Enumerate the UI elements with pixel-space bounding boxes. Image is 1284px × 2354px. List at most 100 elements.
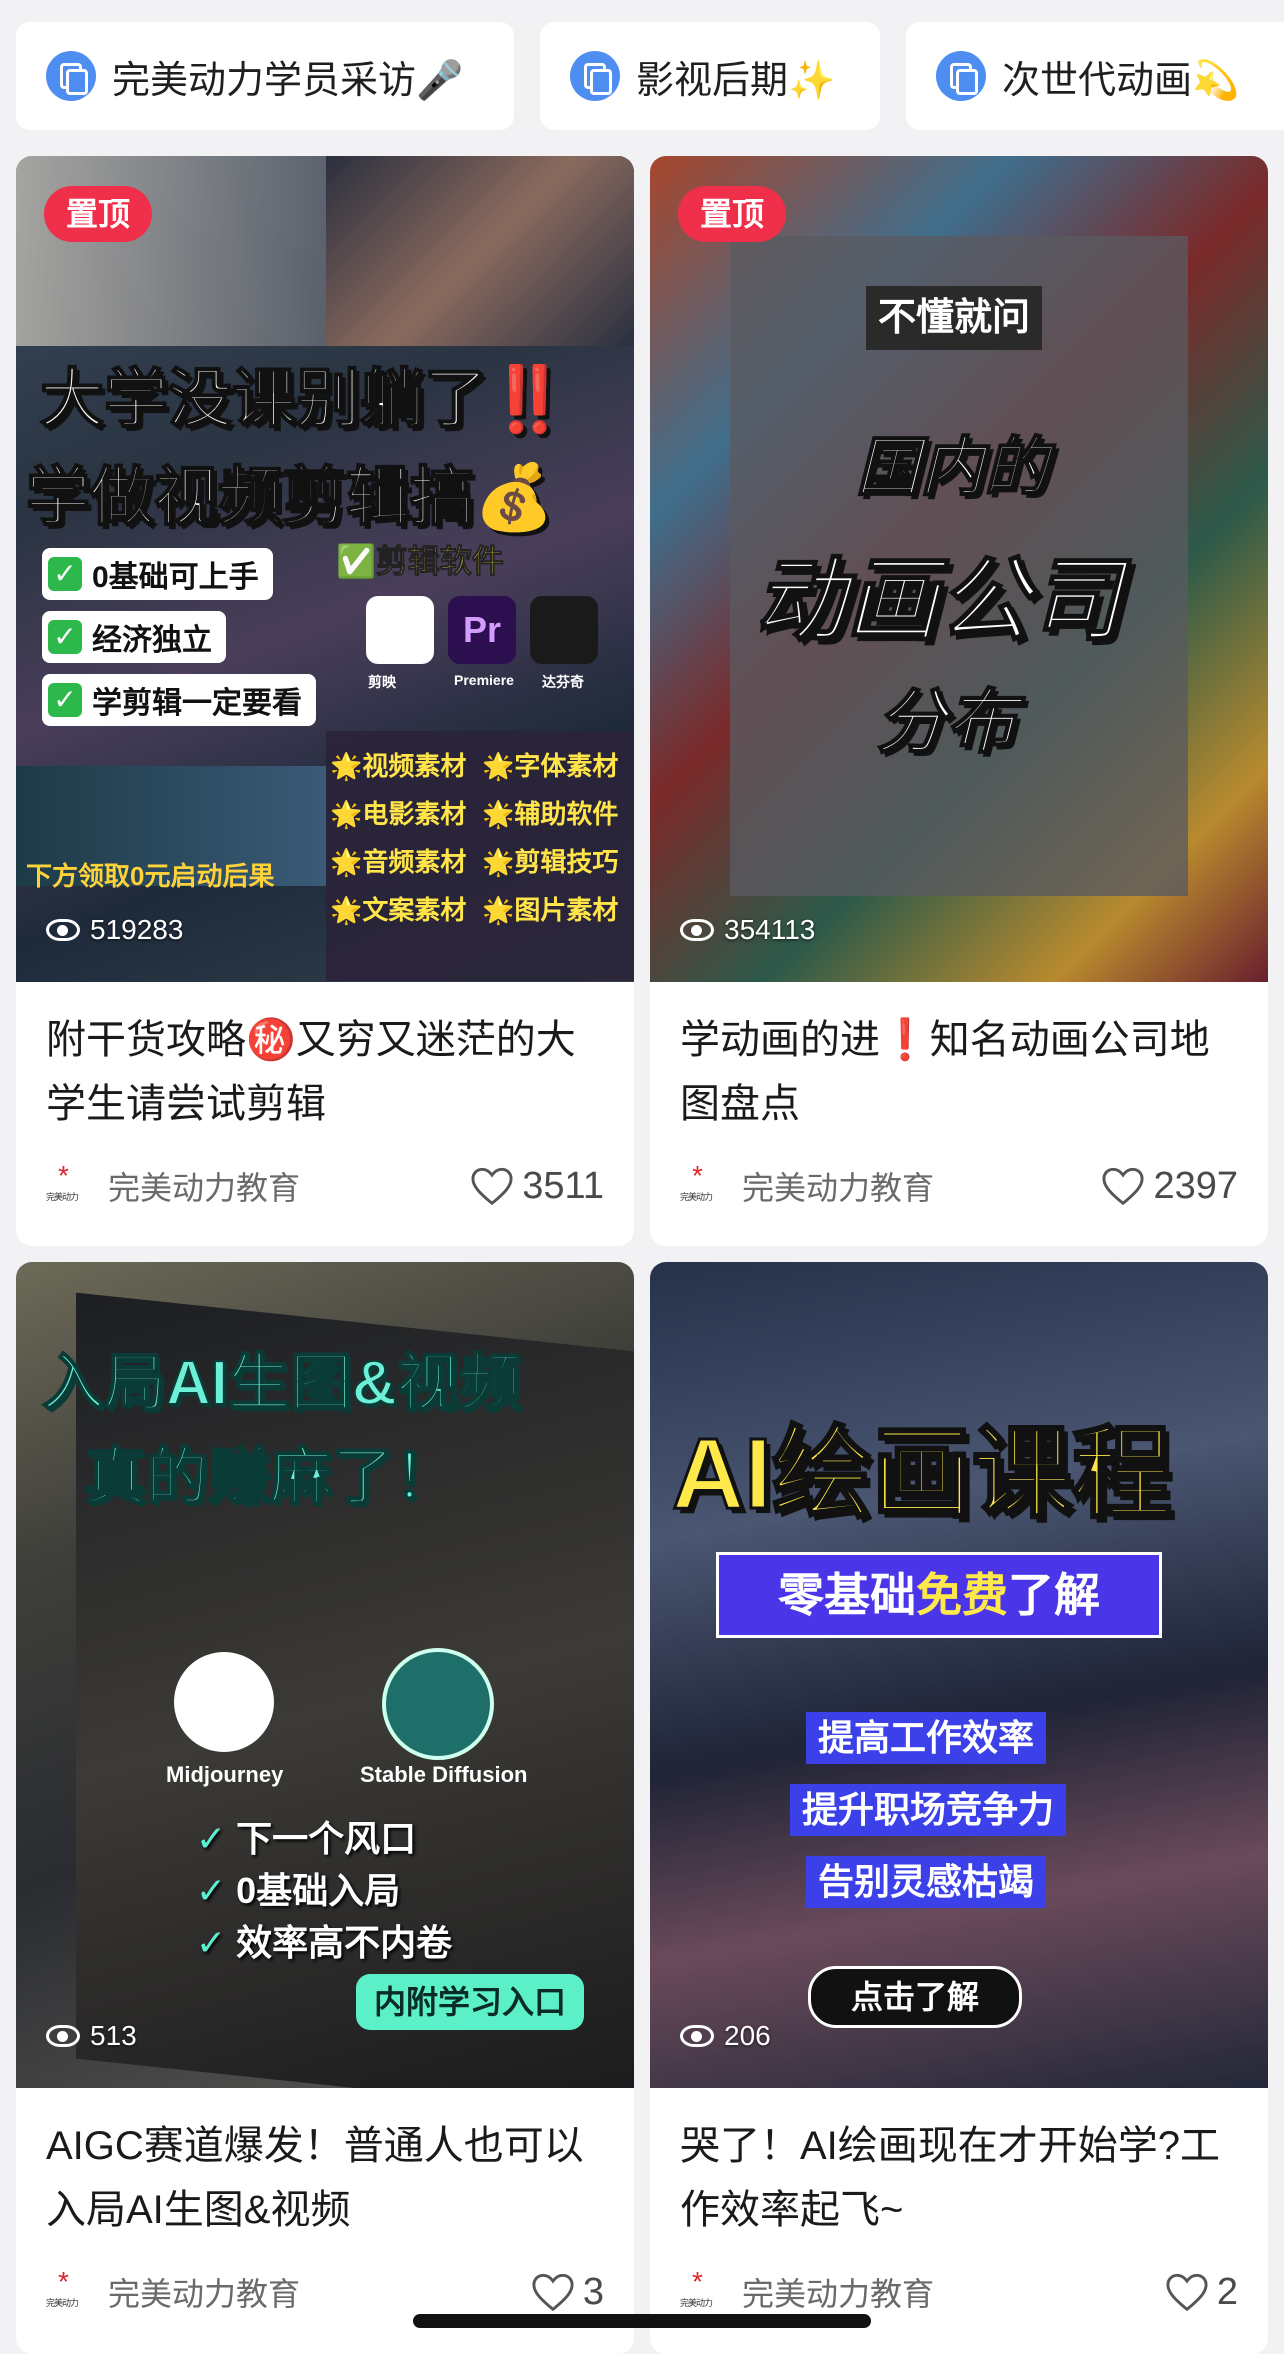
cover-material: 🌟字体素材: [482, 751, 619, 781]
view-count-value: 513: [90, 2020, 137, 2051]
note-cover[interactable]: AI绘画课程 零基础免费了解 提高工作效率 提升职场竞争力 告别灵感枯竭 点击了…: [650, 1262, 1268, 2088]
note-meta: * 完美动力 完美动力教育 2: [680, 2262, 1238, 2322]
cover-material: 🌟视频素材: [330, 751, 467, 781]
author-name[interactable]: 完美动力教育: [742, 1163, 1101, 1209]
collection-icon: [936, 51, 986, 101]
like-count: 2: [1216, 2270, 1238, 2313]
view-count: 354113: [680, 914, 815, 946]
collection-chip-label: 次世代动画💫: [1002, 59, 1240, 102]
eye-icon: [680, 2025, 714, 2047]
collection-chip-post-production[interactable]: 影视后期✨: [540, 22, 880, 130]
heart-icon: [1166, 2273, 1208, 2312]
view-count: 513: [46, 2020, 137, 2052]
collection-icon: [570, 51, 620, 101]
like-button[interactable]: 2397: [1101, 1165, 1238, 1208]
heart-icon: [1102, 1167, 1144, 1206]
collection-chip-label: 完美动力学员采访🎤: [112, 59, 464, 102]
cover-material: 🌟文案素材: [330, 895, 467, 925]
cover-check-item: ✓ 0基础入局: [196, 1870, 401, 1911]
collection-icon: [46, 51, 96, 101]
like-count: 3511: [522, 1164, 604, 1207]
heart-icon: [532, 2273, 574, 2312]
pinned-badge: 置顶: [44, 186, 153, 242]
note-meta: * 完美动力 完美动力教育 2397: [680, 1156, 1238, 1216]
cover-check-item: ✓ 学剪辑一定要看: [42, 674, 316, 726]
cover-headline: 大学没课别躺了‼️: [39, 362, 569, 436]
cover-material: 🌟电影素材: [330, 799, 467, 829]
collection-chip-label: 影视后期✨: [636, 59, 836, 102]
cover-headline: 分布: [875, 682, 1017, 762]
note-cover[interactable]: 大学没课别躺了‼️ 学做视频剪辑搞💰 ✓ 0基础可上手 ✓ 经济独立 ✓ 学剪辑一定要…: [16, 156, 634, 982]
app-label: Premiere: [454, 672, 514, 688]
author-logo-icon: * 完美动力: [680, 1160, 713, 1203]
view-count: 519283: [46, 914, 183, 946]
pinned-badge: 置顶: [678, 186, 787, 242]
view-count: 206: [680, 2020, 771, 2052]
capcut-app-icon: [366, 596, 434, 664]
cover-check-item: ✓ 0基础可上手: [42, 548, 273, 600]
note-card[interactable]: 不懂就问 国内的 动画公司 分布 置顶 354113 学动画的进❗️知名动画公司…: [650, 156, 1268, 1246]
cover-cta: 内附学习入口: [356, 1974, 585, 2030]
cover-material: 🌟辅助软件: [482, 799, 619, 829]
view-count-value: 519283: [90, 914, 184, 945]
like-button[interactable]: 2: [1165, 2271, 1238, 2314]
app-label: 剪映: [368, 674, 396, 690]
note-title[interactable]: 哭了！AI绘画现在才开始学?工作效率起飞~: [680, 2114, 1240, 2242]
cover-tag-software: ✅剪辑软件: [336, 543, 505, 580]
note-meta: * 完美动力 完美动力教育 3: [46, 2262, 604, 2322]
cover-headline: 学做视频剪辑搞💰: [25, 460, 555, 534]
collection-chips: 完美动力学员采访🎤 影视后期✨ 次世代动画💫: [0, 0, 1284, 150]
eye-icon: [680, 919, 714, 941]
cover-headline: 动画公司: [753, 549, 1123, 653]
author-name[interactable]: 完美动力教育: [108, 1163, 470, 1209]
home-indicator[interactable]: [413, 2314, 871, 2328]
like-count: 2397: [1153, 1164, 1238, 1207]
note-meta: * 完美动力 完美动力教育 3511: [46, 1156, 604, 1216]
collection-chip-interviews[interactable]: 完美动力学员采访🎤: [16, 22, 514, 130]
note-title[interactable]: AIGC赛道爆发！普通人也可以入局AI生图&视频: [46, 2114, 606, 2242]
eye-icon: [46, 919, 80, 941]
premiere-app-icon: Pr: [448, 596, 516, 664]
note-title[interactable]: 附干货攻略㊙️又穷又迷茫的大学生请尝试剪辑: [46, 1008, 606, 1136]
note-title[interactable]: 学动画的进❗️知名动画公司地图盘点: [680, 1008, 1240, 1136]
like-button[interactable]: 3: [531, 2271, 604, 2314]
view-count-value: 206: [724, 2020, 771, 2051]
cover-material: 🌟剪辑技巧: [482, 847, 619, 877]
cover-headline: 国内的: [855, 430, 1049, 504]
note-card[interactable]: 大学没课别躺了‼️ 学做视频剪辑搞💰 ✓ 0基础可上手 ✓ 经济独立 ✓ 学剪辑一定要…: [16, 156, 634, 1246]
davinci-app-icon: [530, 596, 598, 664]
logo-label: Midjourney: [166, 1762, 284, 1787]
eye-icon: [46, 2025, 80, 2047]
cover-check-item: ✓ 效率高不内卷: [196, 1922, 453, 1963]
cover-headline: AI绘画课程: [671, 1417, 1174, 1532]
heart-icon: [471, 1167, 513, 1206]
like-button[interactable]: 3511: [470, 1165, 604, 1208]
cover-point: 提高工作效率: [806, 1712, 1047, 1764]
author-name[interactable]: 完美动力教育: [742, 2269, 1165, 2315]
cover-point: 提升职场竞争力: [790, 1784, 1067, 1836]
cover-editor-preview: [326, 156, 634, 346]
author-logo-icon: * 完美动力: [46, 2266, 79, 2309]
like-count: 3: [582, 2270, 604, 2313]
cover-check-item: ✓ 下一个风口: [196, 1818, 417, 1859]
cover-headline: 真的赚麻了！: [83, 1442, 457, 1513]
note-card[interactable]: AI绘画课程 零基础免费了解 提高工作效率 提升职场竞争力 告别灵感枯竭 点击了…: [650, 1262, 1268, 2354]
cover-check-item: ✓ 经济独立: [42, 611, 226, 663]
logo-label: Stable Diffusion: [360, 1762, 528, 1787]
note-cover[interactable]: 入局AI生图&视频 真的赚麻了！ Midjourney Stable Diffu…: [16, 1262, 634, 2088]
collection-chip-animation[interactable]: 次世代动画💫: [906, 22, 1284, 130]
author-logo-icon: * 完美动力: [46, 1160, 79, 1203]
cover-material: 🌟图片素材: [482, 895, 619, 925]
cover-question-box: 不懂就问: [866, 286, 1043, 350]
note-cover[interactable]: 不懂就问 国内的 动画公司 分布 置顶 354113: [650, 156, 1268, 982]
cover-cta: 点击了解: [808, 1966, 1023, 2028]
cover-material: 🌟音频素材: [330, 847, 467, 877]
cover-point: 告别灵感枯竭: [806, 1856, 1047, 1908]
midjourney-logo: [174, 1652, 274, 1752]
note-card[interactable]: 入局AI生图&视频 真的赚麻了！ Midjourney Stable Diffu…: [16, 1262, 634, 2354]
cover-headline: 入局AI生图&视频: [41, 1348, 522, 1419]
app-label: 达芬奇: [542, 674, 584, 690]
author-logo-icon: * 完美动力: [680, 2266, 713, 2309]
cover-bottom-note: 下方领取0元启动后果: [26, 861, 275, 891]
author-name[interactable]: 完美动力教育: [108, 2269, 531, 2315]
